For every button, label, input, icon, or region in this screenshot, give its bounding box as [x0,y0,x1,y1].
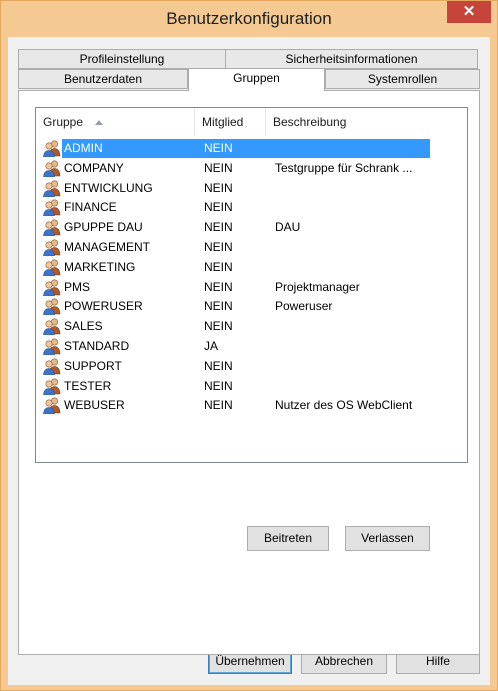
column-header-mitglied[interactable]: Mitglied [195,108,266,136]
tab-gruppen[interactable]: Gruppen [188,68,325,91]
user-group-icon [43,279,61,296]
list-item[interactable]: STANDARD JA [43,337,463,356]
tab-profileinstellung[interactable]: Profileinstellung [18,49,226,69]
group-name-cell: COMPANY [64,160,124,175]
column-header-gruppe[interactable]: Gruppe [36,108,195,136]
member-cell: NEIN [204,319,233,334]
member-cell: NEIN [204,200,233,215]
user-group-icon [43,180,61,197]
close-button[interactable]: ✕ [447,1,491,23]
group-name-cell: GPUPPE DAU [64,220,143,235]
member-cell: NEIN [204,358,233,373]
member-cell: NEIN [204,180,233,195]
member-cell: NEIN [204,220,233,235]
user-group-icon [43,338,61,356]
tab-sicherheitsinformationen[interactable]: Sicherheitsinformationen [225,49,478,69]
description-cell: DAU [275,220,301,235]
join-button[interactable]: Beitreten [247,526,329,551]
user-group-icon [43,397,61,415]
user-group-icon [43,160,61,178]
column-header-label: Gruppe [43,115,84,129]
user-group-icon [43,378,61,395]
leave-button[interactable]: Verlassen [345,526,430,551]
group-name-cell: ADMIN [64,141,103,155]
member-cell: NEIN [204,398,233,413]
group-name-cell: SUPPORT [64,358,122,373]
list-item[interactable]: SALES NEIN [43,317,463,336]
member-cell: NEIN [204,141,233,155]
group-name-cell: SALES [64,319,103,334]
list-item[interactable]: ENTWICKLUNG NEIN [43,179,463,198]
window-title: Benutzerkonfiguration [166,9,332,28]
list-item[interactable]: ADMIN NEIN [43,139,463,158]
list-item[interactable]: MANAGEMENT NEIN [43,238,463,257]
user-group-icon [43,199,61,217]
list-item[interactable]: POWERUSER NEIN Poweruser [43,297,463,316]
dialog-client-area: Profileinstellung Sicherheitsinformation… [8,37,490,685]
user-group-icon [43,358,61,376]
group-name-cell: POWERUSER [64,299,143,314]
tab-systemrollen[interactable]: Systemrollen [325,69,480,89]
description-cell: Poweruser [275,299,333,314]
list-item[interactable]: TESTER NEIN [43,377,463,396]
member-cell: NEIN [204,259,233,274]
column-header-beschreibung[interactable]: Beschreibung [266,108,467,136]
user-group-icon [43,259,61,277]
title-bar[interactable]: Benutzerkonfiguration ✕ [1,1,497,37]
list-item[interactable]: WEBUSER NEIN Nutzer des OS WebClient [43,396,463,415]
user-group-icon [43,140,61,158]
user-group-icon [43,239,61,257]
tab-panel-gruppen: Gruppe Mitglied Beschreibung ADMIN NEIN CO… [18,90,480,655]
description-cell: Testgruppe für Schrank ... [275,160,413,175]
group-list[interactable]: Gruppe Mitglied Beschreibung ADMIN NEIN CO… [35,107,468,463]
group-name-cell: FINANCE [64,200,117,215]
group-name-cell: ENTWICKLUNG [64,180,153,195]
sort-ascending-icon [95,120,104,125]
dialog-window: Benutzerkonfiguration ✕ Profileinstellun… [0,0,498,691]
group-name-cell: TESTER [64,378,112,393]
tab-benutzerdaten[interactable]: Benutzerdaten [18,69,188,89]
member-cell: NEIN [204,160,233,175]
member-cell: NEIN [204,279,233,294]
user-group-icon [43,298,61,316]
list-item[interactable]: MARKETING NEIN [43,258,463,277]
user-group-icon [43,219,61,237]
group-name-cell: WEBUSER [64,398,125,413]
group-name-cell: MANAGEMENT [64,240,151,254]
list-item[interactable]: SUPPORT NEIN [43,357,463,376]
member-cell: NEIN [204,378,233,393]
group-name-cell: STANDARD [64,339,130,353]
member-cell: NEIN [204,299,233,314]
list-item[interactable]: COMPANY NEIN Testgruppe für Schrank ... [43,159,463,178]
member-cell: NEIN [204,240,233,254]
list-item[interactable]: GPUPPE DAU NEIN DAU [43,218,463,237]
user-group-icon [43,318,61,336]
selection-highlight [62,139,430,158]
description-cell: Nutzer des OS WebClient [275,398,413,413]
list-item[interactable]: FINANCE NEIN [43,198,463,217]
description-cell: Projektmanager [275,279,360,294]
group-name-cell: PMS [64,279,91,294]
group-name-cell: MARKETING [64,259,136,274]
member-cell: JA [204,339,219,353]
list-item[interactable]: PMS NEIN Projektmanager [43,278,463,297]
